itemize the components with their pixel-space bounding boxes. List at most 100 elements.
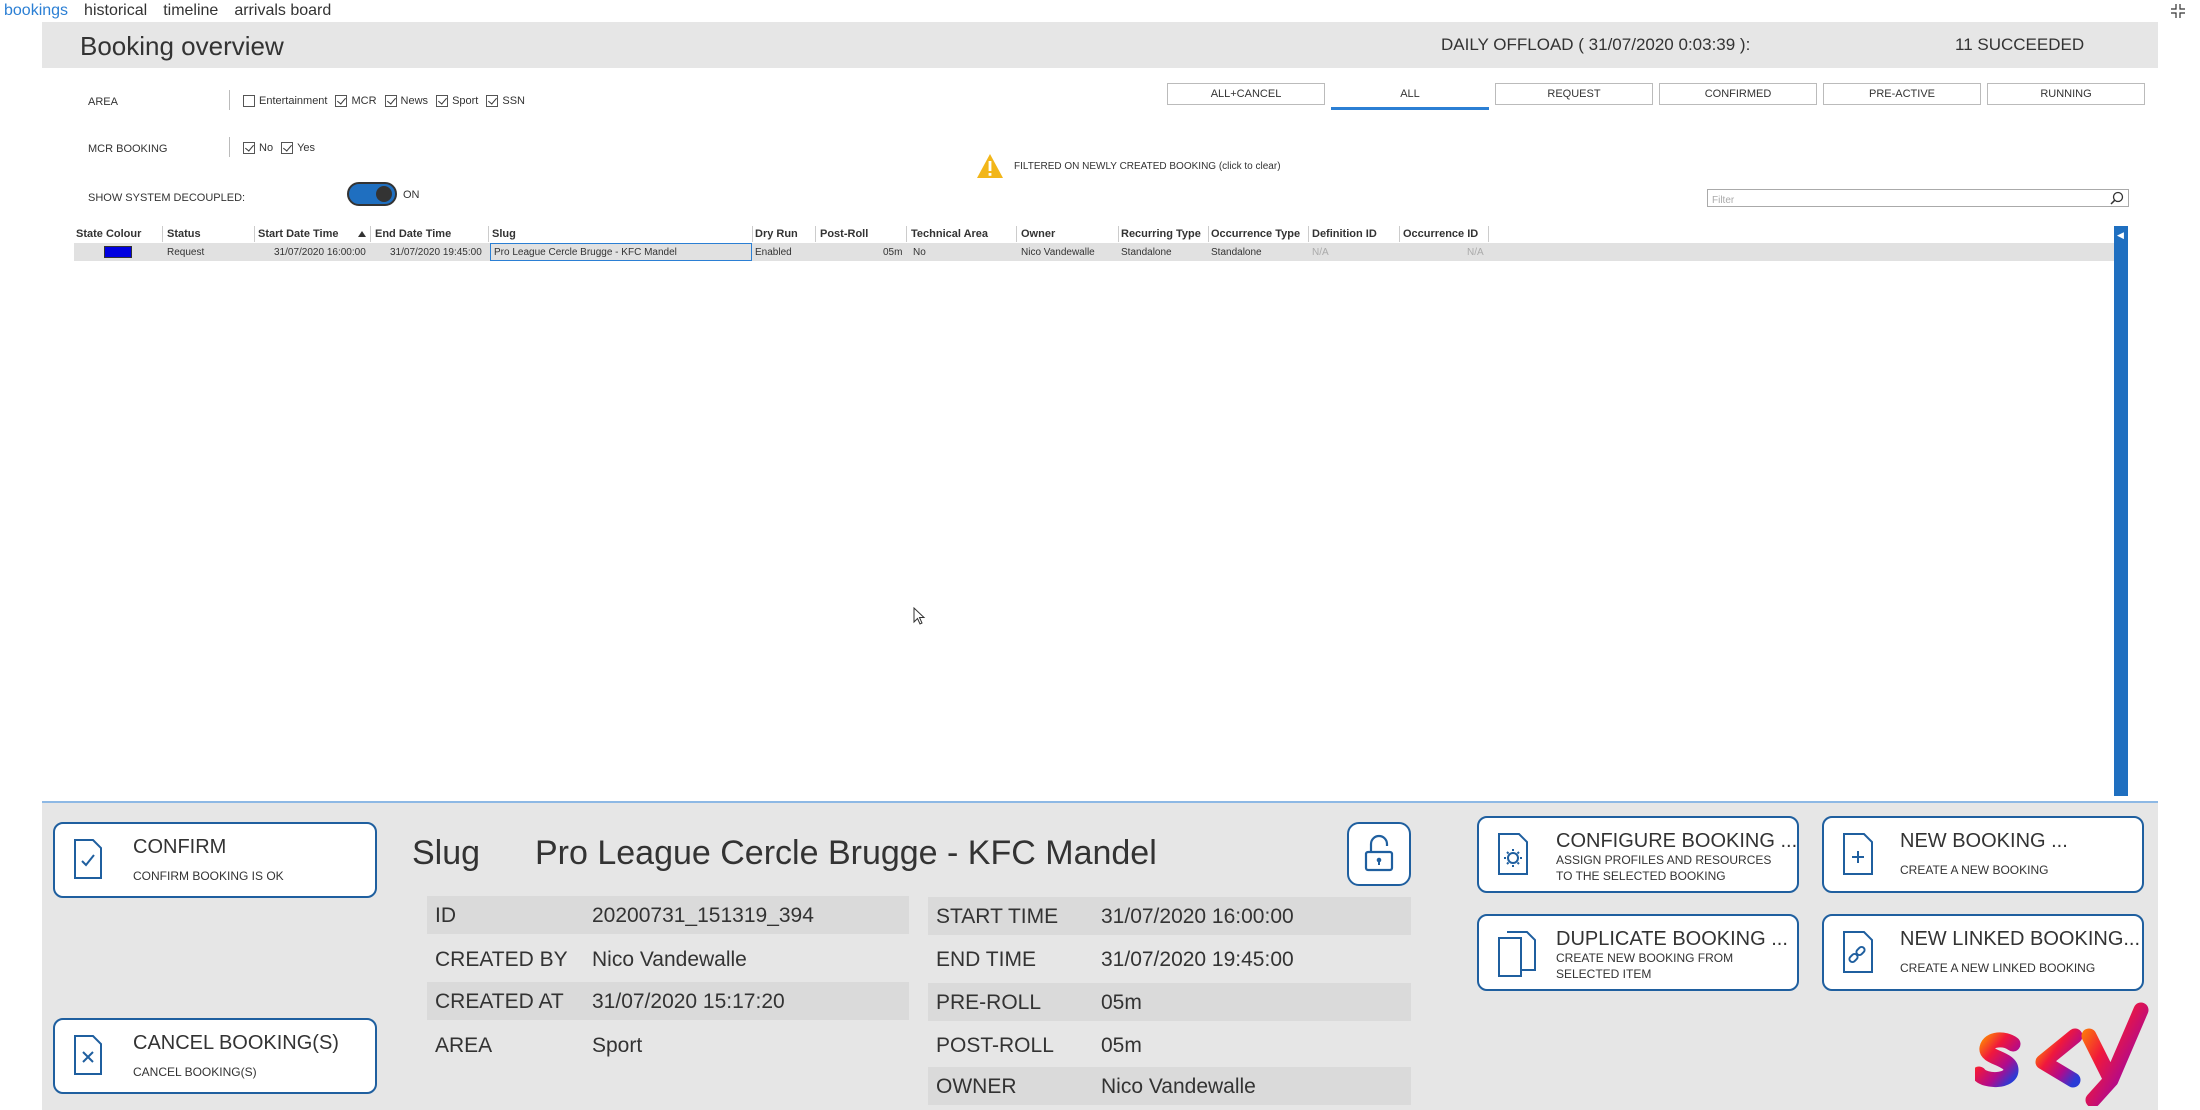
column-separator [370, 226, 371, 242]
tab-all-cancel[interactable]: ALL+CANCEL [1167, 83, 1325, 105]
show-system-decoupled-toggle[interactable] [347, 182, 397, 206]
column-separator [1308, 226, 1309, 242]
detail-key: AREA [435, 1034, 493, 1057]
column-header-owner[interactable]: Owner [1021, 228, 1055, 240]
column-header-dry-run[interactable]: Dry Run [755, 228, 798, 240]
checkbox-label: Entertainment [259, 95, 328, 107]
tab-all[interactable]: ALL [1331, 83, 1489, 110]
confirm-subtitle: CONFIRM BOOKING IS OK [133, 869, 284, 883]
new-booking-button[interactable]: NEW BOOKING ... CREATE A NEW BOOKING [1822, 816, 2144, 893]
search-icon[interactable] [2110, 191, 2124, 205]
checkbox-label: MCR [351, 95, 377, 107]
search-input[interactable] [1708, 192, 2098, 209]
nav-tab-arrivals-board[interactable]: arrivals board [234, 0, 331, 22]
column-separator [162, 226, 163, 242]
filter-warning[interactable]: FILTERED ON NEWLY CREATED BOOKING (click… [976, 153, 1281, 179]
tab-pre-active[interactable]: PRE-ACTIVE [1823, 83, 1981, 105]
column-header-definition-id[interactable]: Definition ID [1312, 228, 1377, 240]
document-check-icon [74, 839, 102, 879]
mcr-booking-filter-label: MCR BOOKING [88, 143, 168, 155]
area-checkbox-mcr[interactable]: MCR [335, 95, 377, 107]
area-checkbox-news[interactable]: News [384, 95, 429, 107]
detail-key: PRE-ROLL [936, 991, 1042, 1014]
column-header-state-colour[interactable]: State Colour [76, 228, 141, 240]
column-separator [1488, 226, 1489, 242]
tab-confirmed[interactable]: CONFIRMED [1659, 83, 1817, 105]
document-add-icon [1843, 833, 1873, 875]
area-filter-label: AREA [88, 96, 118, 108]
divider [229, 137, 230, 157]
detail-key: CREATED BY [435, 948, 568, 971]
detail-row-area: AREA Sport [427, 1026, 909, 1064]
column-header-recurring-type[interactable]: Recurring Type [1121, 228, 1201, 240]
detail-row-pre-roll: PRE-ROLL 05m [928, 983, 1411, 1021]
nav-tab-bookings[interactable]: bookings [4, 0, 68, 22]
area-filter-group: Entertainment MCR News Sport SSN [243, 95, 533, 107]
nav-tab-timeline[interactable]: timeline [163, 0, 218, 22]
detail-value: Nico Vandewalle [592, 948, 747, 971]
detail-row-end-time: END TIME 31/07/2020 19:45:00 [928, 940, 1411, 978]
confirm-title: CONFIRM [133, 836, 227, 858]
checkbox-box [486, 95, 499, 107]
detail-row-created-at: CREATED AT 31/07/2020 15:17:20 [427, 982, 909, 1020]
cell-slug: Pro League Cercle Brugge - KFC Mandel [494, 247, 677, 258]
area-checkbox-sport[interactable]: Sport [436, 95, 478, 107]
tab-request[interactable]: REQUEST [1495, 83, 1653, 105]
mcr-checkbox-no[interactable]: No [243, 142, 273, 154]
detail-value: 05m [1101, 991, 1142, 1014]
unlock-icon [1364, 834, 1394, 872]
checkbox-box [436, 95, 449, 107]
detail-value: Sport [592, 1034, 643, 1057]
sky-logo [1975, 996, 2149, 1106]
restore-window-icon[interactable] [2170, 3, 2186, 19]
new-linked-booking-title: NEW LINKED BOOKING... [1900, 928, 2141, 950]
table-row[interactable]: Request 31/07/2020 16:00:00 31/07/2020 1… [74, 243, 2114, 261]
column-header-end-date-time[interactable]: End Date Time [375, 228, 451, 240]
duplicate-booking-subtitle: CREATE NEW BOOKING FROM SELECTED ITEM [1556, 951, 1734, 981]
cell-technical-area: No [913, 247, 926, 258]
slug-value: Pro League Cercle Brugge - KFC Mandel [535, 834, 1157, 872]
cell-occurrence-id: N/A [1467, 247, 1484, 258]
detail-value: Nico Vandewalle [1101, 1075, 1256, 1098]
document-link-icon [1843, 931, 1873, 973]
duplicate-booking-button[interactable]: DUPLICATE BOOKING ... CREATE NEW BOOKING… [1477, 914, 1799, 991]
divider [229, 90, 230, 110]
area-checkbox-ssn[interactable]: SSN [486, 95, 525, 107]
detail-value: 31/07/2020 16:00:00 [1101, 905, 1294, 928]
column-header-start-date-time[interactable]: Start Date Time [258, 228, 339, 240]
detail-panel-collapse-bar[interactable]: ◀ [2114, 226, 2128, 796]
detail-key: END TIME [936, 948, 1036, 971]
mouse-cursor-icon [913, 607, 926, 625]
checkbox-label: SSN [502, 95, 525, 107]
duplicate-document-icon [1498, 931, 1536, 977]
column-header-post-roll[interactable]: Post-Roll [820, 228, 868, 240]
column-header-technical-area[interactable]: Technical Area [911, 228, 988, 240]
checkbox-label: News [400, 95, 429, 107]
tab-running[interactable]: RUNNING [1987, 83, 2145, 105]
column-separator [1118, 226, 1119, 242]
cancel-booking-button[interactable]: CANCEL BOOKING(S) CANCEL BOOKING(S) [53, 1018, 377, 1094]
configure-booking-button[interactable]: CONFIGURE BOOKING ... ASSIGN PROFILES AN… [1477, 816, 1799, 893]
mcr-checkbox-yes[interactable]: Yes [281, 142, 315, 154]
state-colour-swatch [104, 246, 132, 258]
confirm-button[interactable]: CONFIRM CONFIRM BOOKING IS OK [53, 822, 377, 898]
column-header-occurrence-type[interactable]: Occurrence Type [1211, 228, 1300, 240]
checkbox-box [335, 95, 348, 107]
warning-icon [977, 154, 1003, 178]
new-linked-booking-subtitle: CREATE A NEW LINKED BOOKING [1900, 961, 2096, 975]
column-header-slug[interactable]: Slug [492, 228, 516, 240]
document-gear-icon [1498, 833, 1528, 875]
top-nav: bookings historical timeline arrivals bo… [0, 0, 331, 22]
succeeded-count: 11 SUCCEEDED [1955, 35, 2085, 54]
detail-value: 31/07/2020 19:45:00 [1101, 948, 1294, 971]
filter-warning-text: FILTERED ON NEWLY CREATED BOOKING (click… [1014, 160, 1281, 172]
new-linked-booking-button[interactable]: NEW LINKED BOOKING... CREATE A NEW LINKE… [1822, 914, 2144, 991]
unlock-button[interactable] [1347, 822, 1411, 886]
column-header-occurrence-id[interactable]: Occurrence ID [1403, 228, 1478, 240]
area-checkbox-entertainment[interactable]: Entertainment [243, 95, 327, 107]
column-header-status[interactable]: Status [167, 228, 201, 240]
search-box [1707, 189, 2129, 209]
cell-definition-id: N/A [1312, 247, 1329, 258]
slug-label: Slug [412, 834, 481, 872]
nav-tab-historical[interactable]: historical [84, 0, 147, 22]
